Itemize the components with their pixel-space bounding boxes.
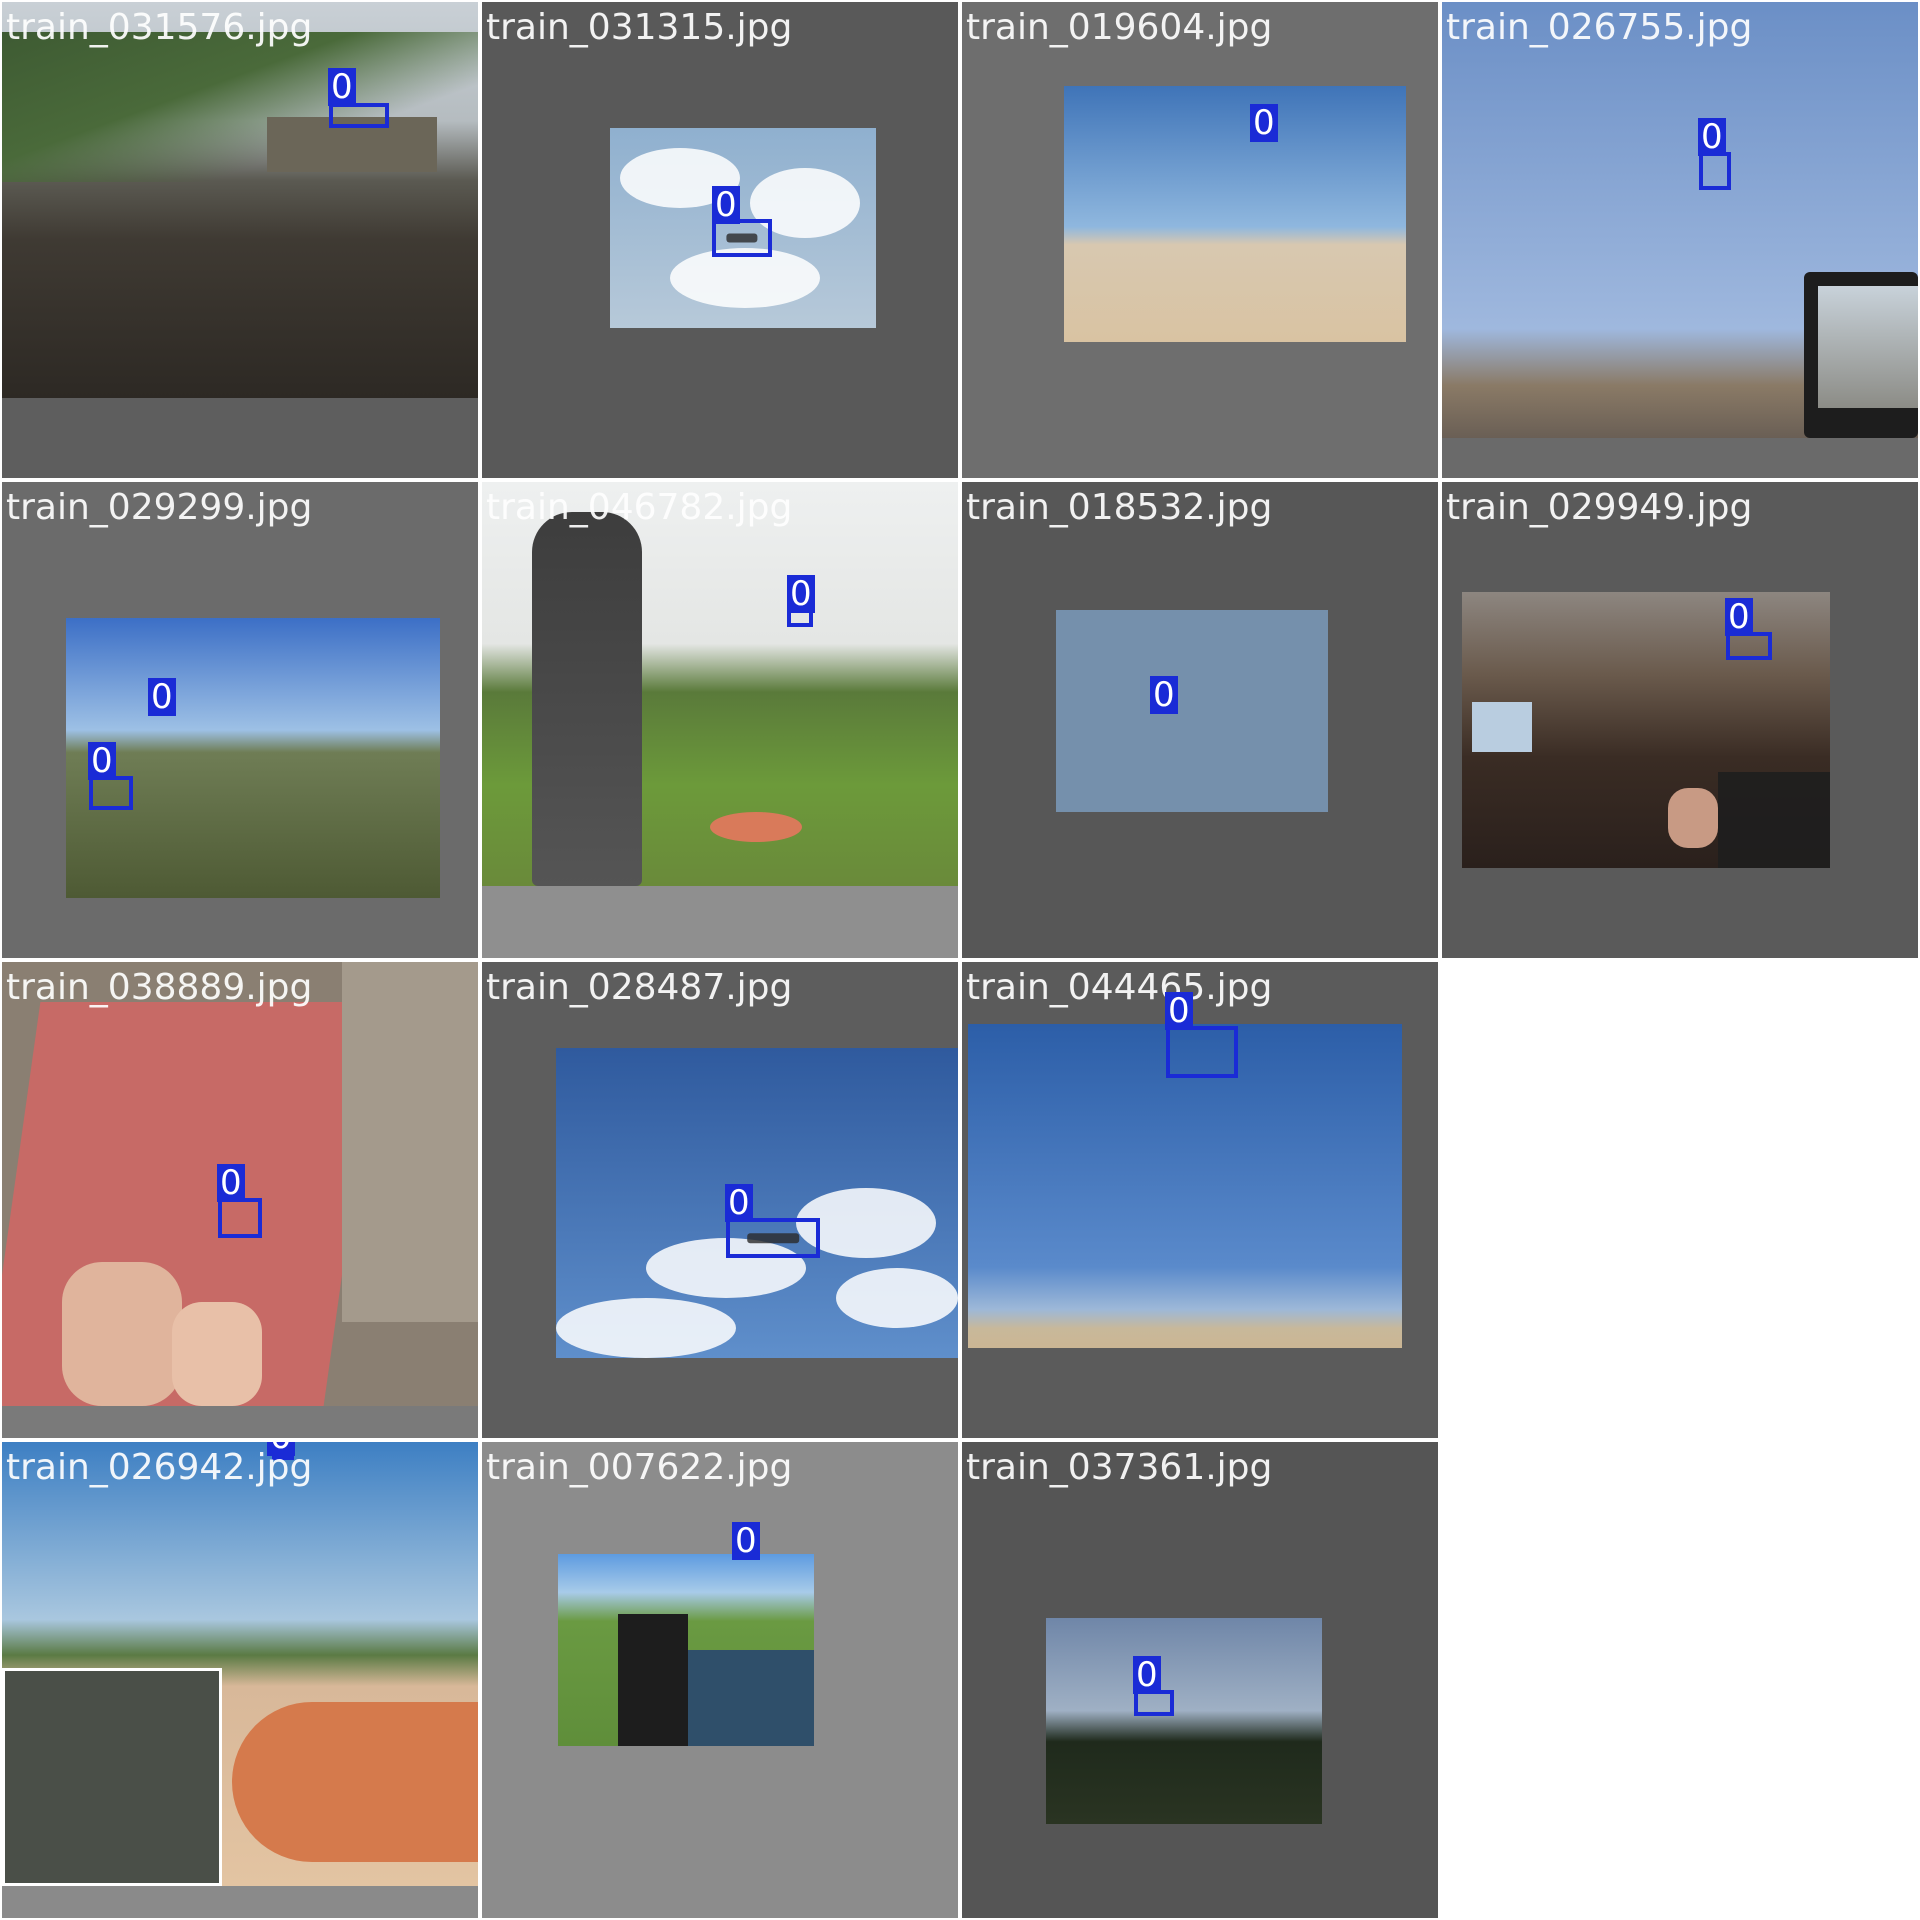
tile-filename: train_026755.jpg: [1446, 7, 1753, 48]
phone: [618, 1614, 688, 1746]
class-label: 0: [1133, 1656, 1161, 1694]
cloud: [836, 1268, 958, 1328]
tile-filename: train_037361.jpg: [966, 1447, 1273, 1488]
detection-box: [218, 1198, 262, 1238]
monitor-screen: [1818, 286, 1918, 408]
tile-photo: [482, 482, 958, 886]
image-tile: 0 train_026755.jpg: [1442, 2, 1918, 478]
image-tile: 0 train_044465.jpg: [962, 962, 1438, 1438]
image-tile: 0 train_031576.jpg: [2, 2, 478, 478]
detection-box: [726, 1218, 820, 1258]
monitor: [1804, 272, 1918, 438]
image-tile: 0 train_038889.jpg: [2, 962, 478, 1438]
image-tile: 0 train_037361.jpg: [962, 1442, 1438, 1918]
tile-photo: [66, 618, 440, 898]
tile-photo: [1442, 2, 1918, 438]
image-tile: 0 train_046782.jpg: [482, 482, 958, 958]
tablet-screen: [2, 1668, 222, 1886]
tile-filename: train_007622.jpg: [486, 1447, 793, 1488]
tile-filename: train_046782.jpg: [486, 487, 793, 528]
image-tile: 0 train_007622.jpg: [482, 1442, 958, 1918]
drone: [726, 233, 758, 243]
image-tile: 0 train_031315.jpg: [482, 2, 958, 478]
tile-filename: train_028487.jpg: [486, 967, 793, 1008]
detection-box: [1699, 152, 1731, 190]
person-face: [1668, 788, 1718, 848]
tile-photo: [558, 1554, 814, 1746]
phone-overlay: [688, 1650, 814, 1746]
image-tile: 0 train_019604.jpg: [962, 2, 1438, 478]
cloud: [670, 248, 820, 308]
tile-filename: train_031315.jpg: [486, 7, 793, 48]
tile-photo: [2, 1442, 478, 1886]
tile-filename: train_029949.jpg: [1446, 487, 1753, 528]
tile-filename: train_019604.jpg: [966, 7, 1273, 48]
sofa: [342, 962, 478, 1322]
class-label: 0: [725, 1184, 753, 1222]
image-tile: 0 train_026942.jpg: [2, 1442, 478, 1918]
class-label: 0: [1698, 118, 1726, 156]
class-label: 0: [1250, 104, 1278, 142]
class-label: 0: [1725, 598, 1753, 636]
tile-filename: train_018532.jpg: [966, 487, 1273, 528]
class-label: 0: [732, 1522, 760, 1560]
image-tile: 0 train_029949.jpg: [1442, 482, 1918, 958]
tile-photo: [1046, 1618, 1322, 1824]
window: [1472, 702, 1532, 752]
class-label: 0: [1165, 992, 1193, 1030]
hand: [62, 1262, 182, 1406]
cloud: [556, 1298, 736, 1358]
class-label: 0: [328, 68, 356, 106]
person: [532, 512, 642, 886]
arm: [232, 1702, 478, 1862]
tile-filename: train_044465.jpg: [966, 967, 1273, 1008]
detection-box: [89, 776, 133, 810]
tile-filename: train_031576.jpg: [6, 7, 313, 48]
tile-photo: [1056, 610, 1328, 812]
drone: [747, 1233, 799, 1243]
tile-photo: [2, 2, 478, 398]
image-tile: 0 train_018532.jpg: [962, 482, 1438, 958]
detection-box: [1166, 1026, 1238, 1078]
tile-photo: [556, 1048, 958, 1358]
image-tile: 0 train_028487.jpg: [482, 962, 958, 1438]
tile-filename: train_038889.jpg: [6, 967, 313, 1008]
class-label: 0: [148, 678, 176, 716]
class-label: 0: [88, 742, 116, 780]
image-tile: 0 0 train_029299.jpg: [2, 482, 478, 958]
control-overlay: [1718, 772, 1830, 868]
tile-filename: train_029299.jpg: [6, 487, 313, 528]
class-label: 0: [217, 1164, 245, 1202]
class-label: 0: [712, 186, 740, 224]
class-label: 0: [1150, 676, 1178, 714]
landing-pad: [710, 812, 802, 842]
class-label: 0: [267, 1442, 295, 1456]
class-label: 0: [787, 575, 815, 613]
tile-photo: [1462, 592, 1830, 868]
hand: [172, 1302, 262, 1406]
tile-photo: [1064, 86, 1406, 342]
mosaic-grid: 0 train_031576.jpg 0 train_031315.jpg 0 …: [0, 0, 1920, 1920]
